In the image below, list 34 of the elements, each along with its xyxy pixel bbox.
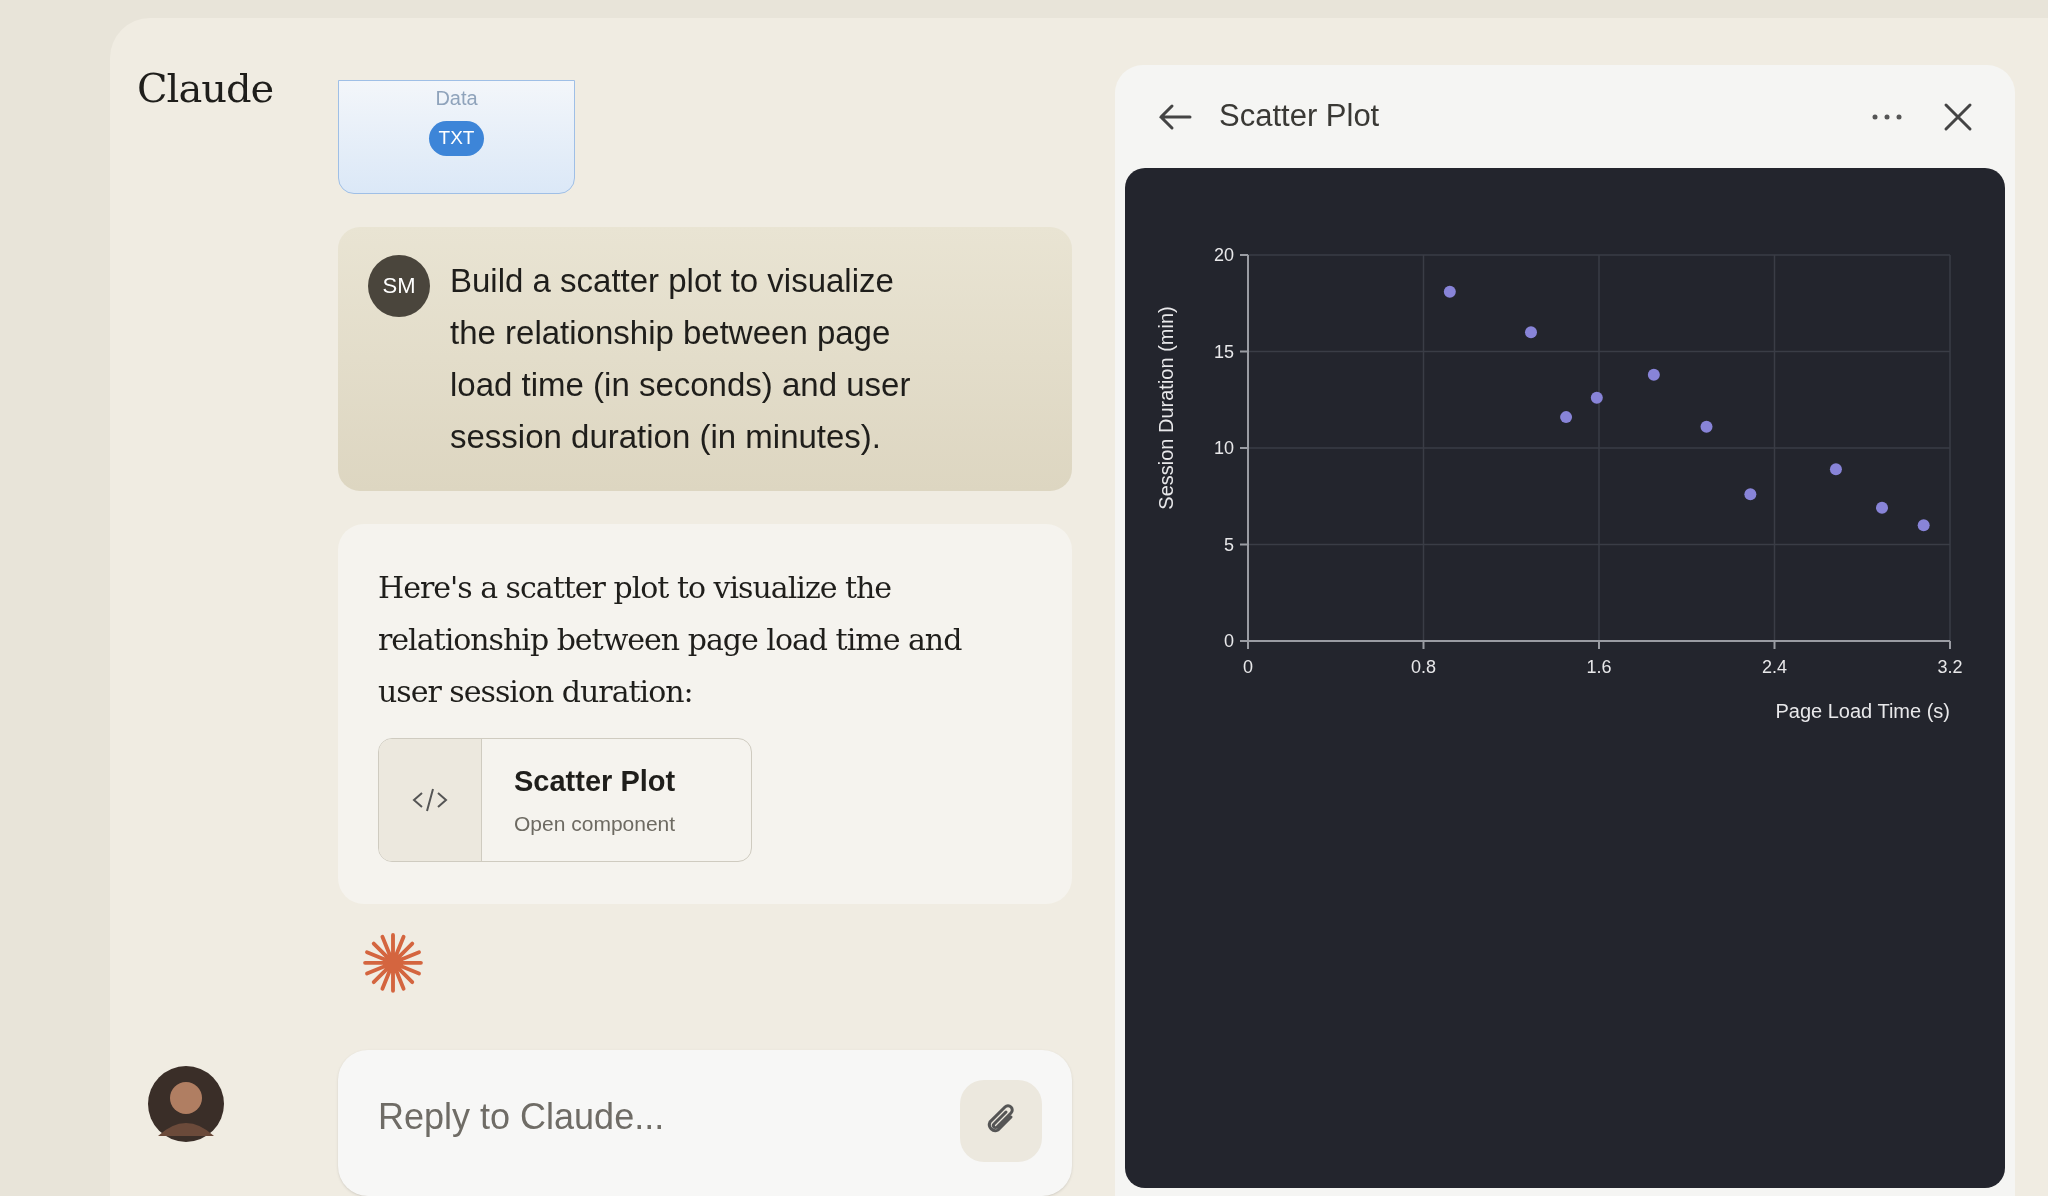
back-button[interactable] [1157,102,1193,131]
reply-box[interactable]: Reply to Claude... [338,1050,1072,1196]
more-button[interactable] [1871,112,1903,121]
x-tick-label: 3.2 [1937,657,1963,677]
logo[interactable]: Claude [137,58,338,118]
user-avatar: SM [368,254,430,317]
y-tick-label: 10 [1213,438,1234,458]
artifact-subtitle: Open component [514,810,676,837]
response-text: Here's a scatter plot to visualize the relationship between page load time and user session duration: [378,568,963,711]
attach-button[interactable] [960,1080,1042,1163]
x-tick-label: 0 [1243,657,1253,677]
file-name: Data [435,86,478,111]
x-tick-label: 0.8 [1411,657,1436,677]
y-tick-label: 20 [1213,245,1234,265]
y-tick-label: 5 [1224,534,1234,555]
panel-title: Scatter Plot [1219,97,1380,136]
avatar[interactable] [148,1066,224,1142]
y-tick-label: 15 [1213,341,1234,362]
artifact-title: Scatter Plot [514,764,676,800]
x-tick-label: 1.6 [1586,657,1612,677]
y-axis-label: Session Duration (min) [1155,306,1177,510]
spark-icon [361,931,425,994]
y-tick-label: 0 [1224,631,1234,651]
x-axis-label: Page Load Time (s) [1775,700,1950,722]
artifact-card[interactable]: Scatter Plot Open component [378,737,752,862]
file-type-badge: TXT [428,121,485,156]
reply-input[interactable]: Reply to Claude... [378,1090,878,1145]
back-icon [1157,102,1193,131]
x-tick-label: 2.4 [1762,657,1787,677]
close-icon [1943,101,1973,132]
file-card[interactable]: Data TXT [338,80,575,194]
more-icon [1871,112,1903,121]
message-text: Build a scatter plot to visualize the relationship between page load time (in seconds) and user session duration (in minutes). [450,260,912,457]
close-button[interactable] [1943,101,1973,132]
